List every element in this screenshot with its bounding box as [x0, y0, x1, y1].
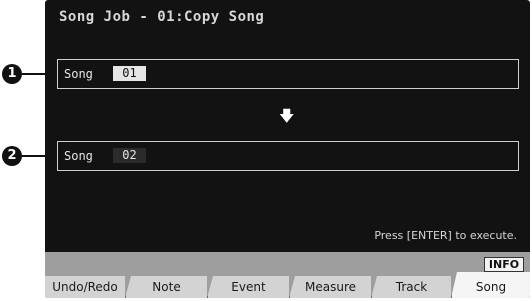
tab-event[interactable]: Event — [207, 276, 289, 298]
destination-song-label: Song — [64, 149, 93, 163]
lcd-screen: Song Job - 01:Copy Song Song 01 🡇 Song 0… — [45, 0, 530, 298]
down-arrow-icon: 🡇 — [279, 107, 295, 125]
page-title: Song Job - 01:Copy Song — [59, 9, 265, 25]
source-song-value[interactable]: 01 — [113, 66, 146, 81]
info-button[interactable]: INFO — [484, 257, 524, 272]
callout-2: 2 — [2, 146, 22, 166]
tab-measure[interactable]: Measure — [289, 276, 371, 298]
tab-note[interactable]: Note — [125, 276, 207, 298]
source-song-field[interactable]: Song 01 — [57, 59, 519, 89]
destination-song-value[interactable]: 02 — [113, 148, 146, 163]
destination-song-field[interactable]: Song 02 — [57, 141, 519, 171]
callout-1: 1 — [2, 64, 22, 84]
tab-undo-redo[interactable]: Undo/Redo — [45, 276, 125, 298]
status-message: Press [ENTER] to execute. — [374, 229, 517, 242]
source-song-label: Song — [64, 67, 93, 81]
tab-song[interactable]: Song — [451, 272, 530, 298]
tab-bar: INFO Undo/Redo Note Event Measure Track … — [45, 252, 530, 298]
tab-track[interactable]: Track — [371, 276, 451, 298]
